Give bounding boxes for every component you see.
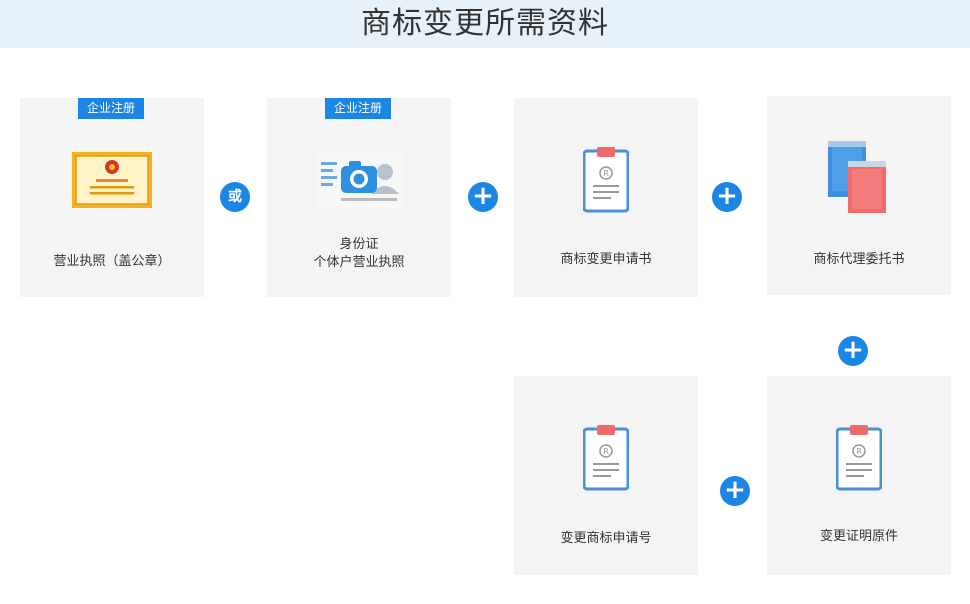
svg-text:R: R [856,447,862,456]
books-icon [828,141,886,213]
card-label: 商标代理委托书 [813,252,905,267]
svg-text:R: R [603,447,609,456]
card-registration-number: R 变更商标申请号 [514,376,698,575]
page-title: 商标变更所需资料 [361,6,609,41]
clipboard-document-icon: R [836,425,882,491]
card-id-card: 企业注册 身份证 个体户营业执照 [267,98,451,297]
card-application-form: R 商标变更申请书 [514,98,698,297]
plus-icon: + [720,476,750,506]
card-power-of-attorney: 商标代理委托书 [767,96,951,295]
or-connector: 或 [220,182,250,212]
id-card-camera-icon [317,152,403,208]
clipboard-document-icon: R [583,425,629,491]
business-license-icon [72,152,152,208]
svg-text:R: R [603,169,609,178]
clipboard-document-icon: R [583,147,629,213]
card-label: 变更证明原件 [819,529,898,544]
card-label-line2: 个体户营业执照 [313,255,405,270]
tag-enterprise-registration: 企业注册 [325,98,392,119]
card-label: 商标变更申请书 [560,252,652,267]
card-change-certificate: R 变更证明原件 [767,376,951,575]
card-label-line1: 身份证 [339,237,379,252]
plus-icon: + [712,182,742,212]
card-label: 营业执照（盖公章） [53,254,171,269]
card-business-license: 企业注册 营业执照（盖公章） [20,98,204,297]
plus-icon: + [838,336,868,366]
plus-icon: + [468,182,498,212]
card-label: 变更商标申请号 [560,531,652,546]
tag-enterprise-registration: 企业注册 [78,98,145,119]
